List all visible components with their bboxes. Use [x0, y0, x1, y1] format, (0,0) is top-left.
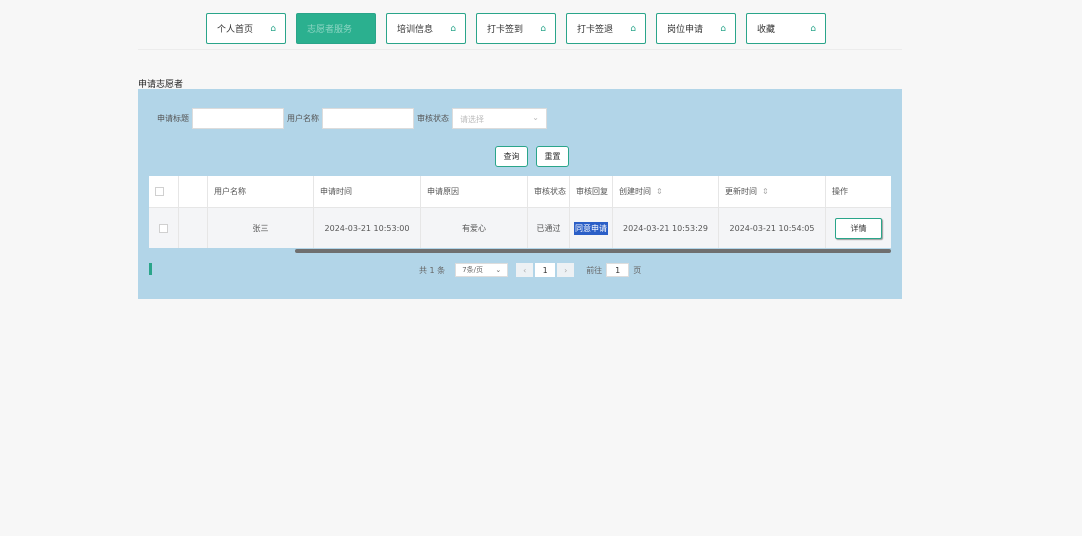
index-header — [179, 176, 208, 208]
nav-label: 培训信息 — [397, 25, 434, 35]
details-button[interactable]: 详情 — [835, 217, 882, 239]
header-actions: 操作 — [826, 176, 891, 208]
chevron-down-icon: ⌄ — [495, 266, 502, 274]
select-all-cell — [149, 176, 179, 208]
filter-bar: 申请标题 用户名称 审核状态 请选择 ⌄ — [157, 108, 547, 129]
nav-divider — [138, 49, 902, 50]
cell-reply: 同意申请 — [570, 208, 613, 248]
accent-marker — [149, 263, 152, 275]
nav-checkin[interactable]: 打卡签到 ⌂ — [476, 13, 556, 44]
row-checkbox[interactable] — [159, 223, 168, 233]
home-icon: ⌂ — [270, 23, 276, 34]
current-page[interactable]: 1 — [535, 263, 556, 277]
cell-apply-time: 2024-03-21 10:53:00 — [314, 208, 421, 248]
nav-label: 打卡签退 — [577, 25, 614, 35]
row-select-cell — [149, 208, 179, 248]
top-nav: 个人首页 ⌂ 志愿者服务 培训信息 ⌂ 打卡签到 ⌂ 打卡签退 ⌂ 岗位申请 ⌂… — [206, 13, 826, 44]
nav-label: 岗位申请 — [667, 25, 704, 35]
header-updated-label: 更新时间 — [725, 187, 757, 196]
title-filter-label: 申请标题 — [157, 114, 189, 123]
reply-text-selected: 同意申请 — [574, 221, 608, 235]
total-count: 共 1 条 — [419, 265, 446, 275]
table-header: 用户名称 申请时间 申请原因 审核状态 审核回复 创建时间 ⇕ 更新时间 ⇕ 操… — [149, 176, 891, 208]
header-username: 用户名称 — [208, 176, 314, 208]
nav-label: 个人首页 — [217, 25, 254, 35]
search-button[interactable]: 查询 — [495, 146, 528, 167]
applications-table: 用户名称 申请时间 申请原因 审核状态 审核回复 创建时间 ⇕ 更新时间 ⇕ 操… — [149, 176, 891, 248]
horizontal-scrollbar[interactable] — [295, 249, 891, 253]
goto-page-input[interactable]: 1 — [606, 263, 630, 277]
page-suffix: 页 — [633, 265, 642, 275]
nav-favorites[interactable]: 收藏 ⌂ — [746, 13, 826, 44]
header-updated[interactable]: 更新时间 ⇕ — [719, 176, 826, 208]
status-filter-placeholder: 请选择 — [460, 115, 484, 124]
nav-label: 打卡签到 — [487, 25, 524, 35]
status-filter-label: 审核状态 — [417, 114, 449, 123]
table-row: 张三 2024-03-21 10:53:00 有爱心 已通过 同意申请 2024… — [149, 208, 891, 248]
goto-label: 前往 — [586, 265, 603, 275]
header-reason: 申请原因 — [421, 176, 528, 208]
content-panel: 申请标题 用户名称 审核状态 请选择 ⌄ 查询 重置 用户名称 申请时间 申请原… — [138, 89, 902, 299]
header-apply-time: 申请时间 — [314, 176, 421, 208]
row-index-cell — [179, 208, 208, 248]
nav-volunteer[interactable]: 志愿者服务 — [296, 13, 376, 44]
filter-actions: 查询 重置 — [495, 146, 569, 167]
home-icon: ⌂ — [540, 23, 546, 34]
cell-status: 已通过 — [528, 208, 570, 248]
cell-username: 张三 — [208, 208, 314, 248]
cell-created: 2024-03-21 10:53:29 — [613, 208, 719, 248]
pagination: 共 1 条 7条/页 ⌄ ‹ 1 › 前往 1 页 — [419, 263, 641, 277]
home-icon: ⌂ — [630, 23, 636, 34]
status-filter-select[interactable]: 请选择 ⌄ — [452, 108, 547, 129]
header-created-label: 创建时间 — [619, 187, 651, 196]
header-reply: 审核回复 — [570, 176, 613, 208]
username-filter-label: 用户名称 — [287, 114, 319, 123]
username-filter-input[interactable] — [322, 108, 414, 129]
nav-training[interactable]: 培训信息 ⌂ — [386, 13, 466, 44]
title-filter-input[interactable] — [192, 108, 284, 129]
nav-label: 志愿者服务 — [307, 25, 353, 35]
cell-actions: 详情 — [826, 208, 891, 248]
header-created[interactable]: 创建时间 ⇕ — [613, 176, 719, 208]
cell-reason: 有爱心 — [421, 208, 528, 248]
sort-icon: ⇕ — [762, 187, 769, 196]
next-page-button[interactable]: › — [557, 263, 575, 277]
chevron-down-icon: ⌄ — [532, 113, 539, 122]
nav-home[interactable]: 个人首页 ⌂ — [206, 13, 286, 44]
home-icon: ⌂ — [450, 23, 456, 34]
reset-button[interactable]: 重置 — [536, 146, 569, 167]
sort-icon: ⇕ — [656, 187, 663, 196]
nav-position[interactable]: 岗位申请 ⌂ — [656, 13, 736, 44]
prev-page-button[interactable]: ‹ — [516, 263, 534, 277]
header-status: 审核状态 — [528, 176, 570, 208]
select-all-checkbox[interactable] — [155, 187, 164, 196]
page-size-value: 7条/页 — [462, 266, 483, 274]
nav-label: 收藏 — [757, 25, 776, 35]
home-icon: ⌂ — [720, 23, 726, 34]
page-size-select[interactable]: 7条/页 ⌄ — [455, 263, 509, 277]
home-icon: ⌂ — [810, 23, 816, 34]
nav-checkout[interactable]: 打卡签退 ⌂ — [566, 13, 646, 44]
cell-updated: 2024-03-21 10:54:05 — [719, 208, 826, 248]
